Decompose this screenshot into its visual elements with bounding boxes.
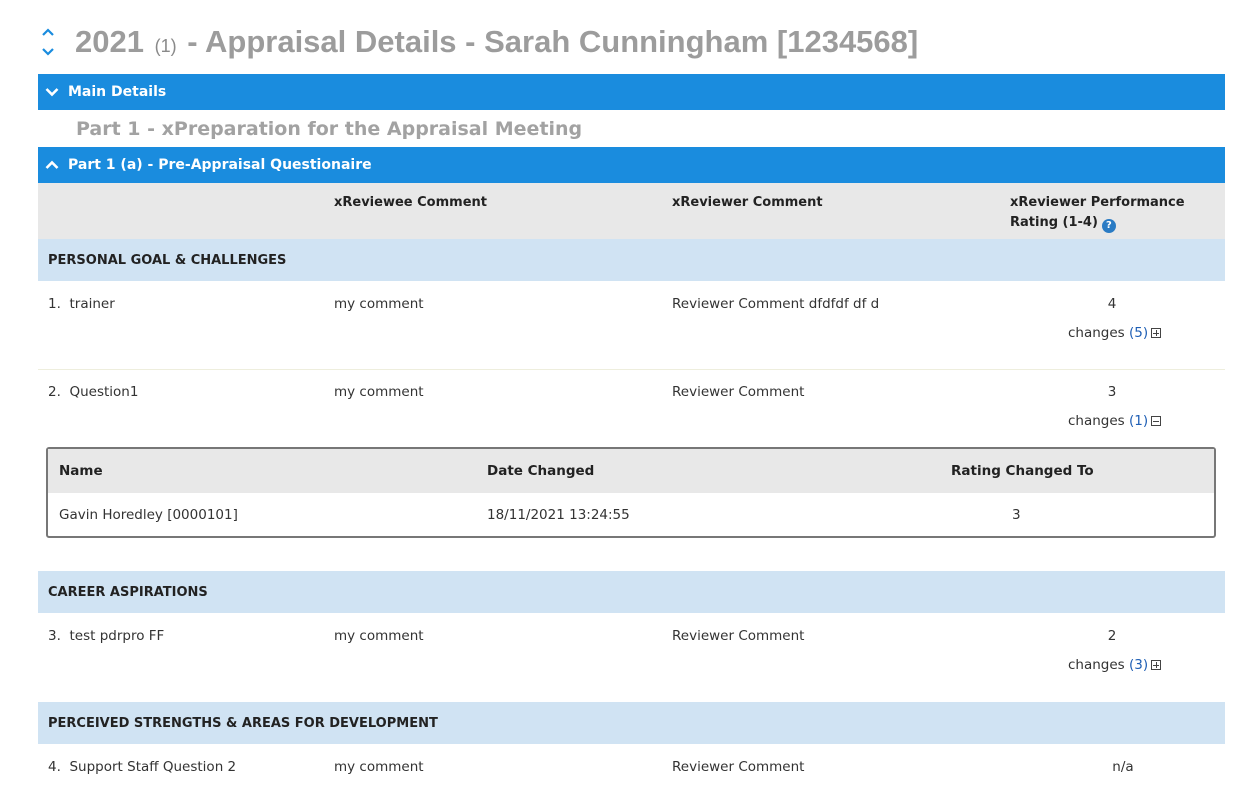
history-header: Name Date Changed Rating Changed To bbox=[48, 449, 1214, 493]
rating-value: n/a bbox=[1112, 759, 1134, 775]
sort-updown-icon[interactable] bbox=[38, 22, 58, 62]
question-text: test pdrpro FF bbox=[69, 628, 165, 644]
question-text: Question1 bbox=[69, 384, 139, 400]
col-reviewer-rating: xReviewer Performance Rating (1-4)? bbox=[1010, 193, 1185, 233]
chevron-down-icon bbox=[42, 82, 62, 102]
col-rating-line1: xReviewer Performance bbox=[1010, 195, 1185, 210]
reviewer-comment: Reviewer Comment bbox=[672, 628, 805, 644]
chevron-up-icon bbox=[42, 155, 62, 175]
reviewee-comment: my comment bbox=[334, 628, 424, 644]
question-number: 4. bbox=[48, 759, 61, 775]
section-header: PERCEIVED STRENGTHS & AREAS FOR DEVELOPM… bbox=[38, 702, 1225, 744]
changes-label: changes bbox=[1068, 413, 1125, 429]
main-details-label: Main Details bbox=[68, 84, 167, 100]
rating-value: 3 bbox=[1107, 384, 1117, 400]
history-name: Gavin Horedley [0000101] bbox=[59, 507, 238, 523]
expand-plus-icon[interactable] bbox=[1151, 660, 1162, 670]
col-rating-line2: Rating (1-4) bbox=[1010, 215, 1098, 230]
history-rating: 3 bbox=[1012, 507, 1021, 523]
reviewee-comment: my comment bbox=[334, 759, 424, 775]
part-1a-label: Part 1 (a) - Pre-Appraisal Questionaire bbox=[68, 157, 372, 173]
question-number: 1. bbox=[48, 296, 61, 312]
question-number: 2. bbox=[48, 384, 61, 400]
rating-change-history: Name Date Changed Rating Changed To Gavi… bbox=[46, 447, 1216, 538]
history-col-name: Name bbox=[59, 463, 103, 479]
expand-plus-icon[interactable] bbox=[1151, 328, 1162, 338]
reviewee-comment: my comment bbox=[334, 296, 424, 312]
changes-count[interactable]: (3) bbox=[1129, 657, 1148, 673]
history-col-rating: Rating Changed To bbox=[951, 463, 1094, 479]
reviewer-comment: Reviewer Comment bbox=[672, 759, 805, 775]
history-col-date: Date Changed bbox=[487, 463, 595, 479]
appraisal-count: (1) bbox=[154, 36, 177, 56]
rating-value: 4 bbox=[1107, 296, 1117, 312]
history-date: 18/11/2021 13:24:55 bbox=[487, 507, 630, 523]
title-row: 2021 (1) - Appraisal Details - Sarah Cun… bbox=[38, 18, 918, 66]
changes-label: changes bbox=[1068, 325, 1125, 341]
help-icon[interactable]: ? bbox=[1101, 219, 1116, 233]
changes-link[interactable]: changes (5) bbox=[1068, 325, 1162, 341]
page-title: 2021 (1) - Appraisal Details - Sarah Cun… bbox=[75, 24, 918, 60]
appraisal-year: 2021 bbox=[75, 24, 144, 59]
collapse-minus-icon[interactable] bbox=[1151, 416, 1162, 426]
part-1a-bar[interactable]: Part 1 (a) - Pre-Appraisal Questionaire bbox=[38, 147, 1225, 183]
col-reviewee-comment: xReviewee Comment bbox=[334, 195, 487, 210]
changes-link[interactable]: changes (3) bbox=[1068, 657, 1162, 673]
main-details-bar[interactable]: Main Details bbox=[38, 74, 1225, 110]
reviewee-comment: my comment bbox=[334, 384, 424, 400]
row-divider bbox=[38, 369, 1225, 370]
col-reviewer-comment: xReviewer Comment bbox=[672, 195, 823, 210]
section-header: CAREER ASPIRATIONS bbox=[38, 571, 1225, 613]
reviewer-comment: Reviewer Comment bbox=[672, 384, 805, 400]
page-title-text: - Appraisal Details - Sarah Cunningham [… bbox=[187, 24, 919, 59]
changes-link[interactable]: changes (1) bbox=[1068, 413, 1162, 429]
section-header: PERSONAL GOAL & CHALLENGES bbox=[38, 239, 1225, 281]
changes-count[interactable]: (1) bbox=[1129, 413, 1148, 429]
question-text: Support Staff Question 2 bbox=[69, 759, 237, 775]
changes-label: changes bbox=[1068, 657, 1125, 673]
question-number: 3. bbox=[48, 628, 61, 644]
history-row: Gavin Horedley [0000101] 18/11/2021 13:2… bbox=[48, 493, 1214, 538]
part-heading: Part 1 - xPreparation for the Appraisal … bbox=[76, 118, 583, 140]
questionnaire-column-header: xReviewee Comment xReviewer Comment xRev… bbox=[38, 183, 1225, 239]
changes-count[interactable]: (5) bbox=[1129, 325, 1148, 341]
rating-value: 2 bbox=[1107, 628, 1117, 644]
reviewer-comment: Reviewer Comment dfdfdf df d bbox=[672, 296, 880, 312]
question-text: trainer bbox=[69, 296, 115, 312]
